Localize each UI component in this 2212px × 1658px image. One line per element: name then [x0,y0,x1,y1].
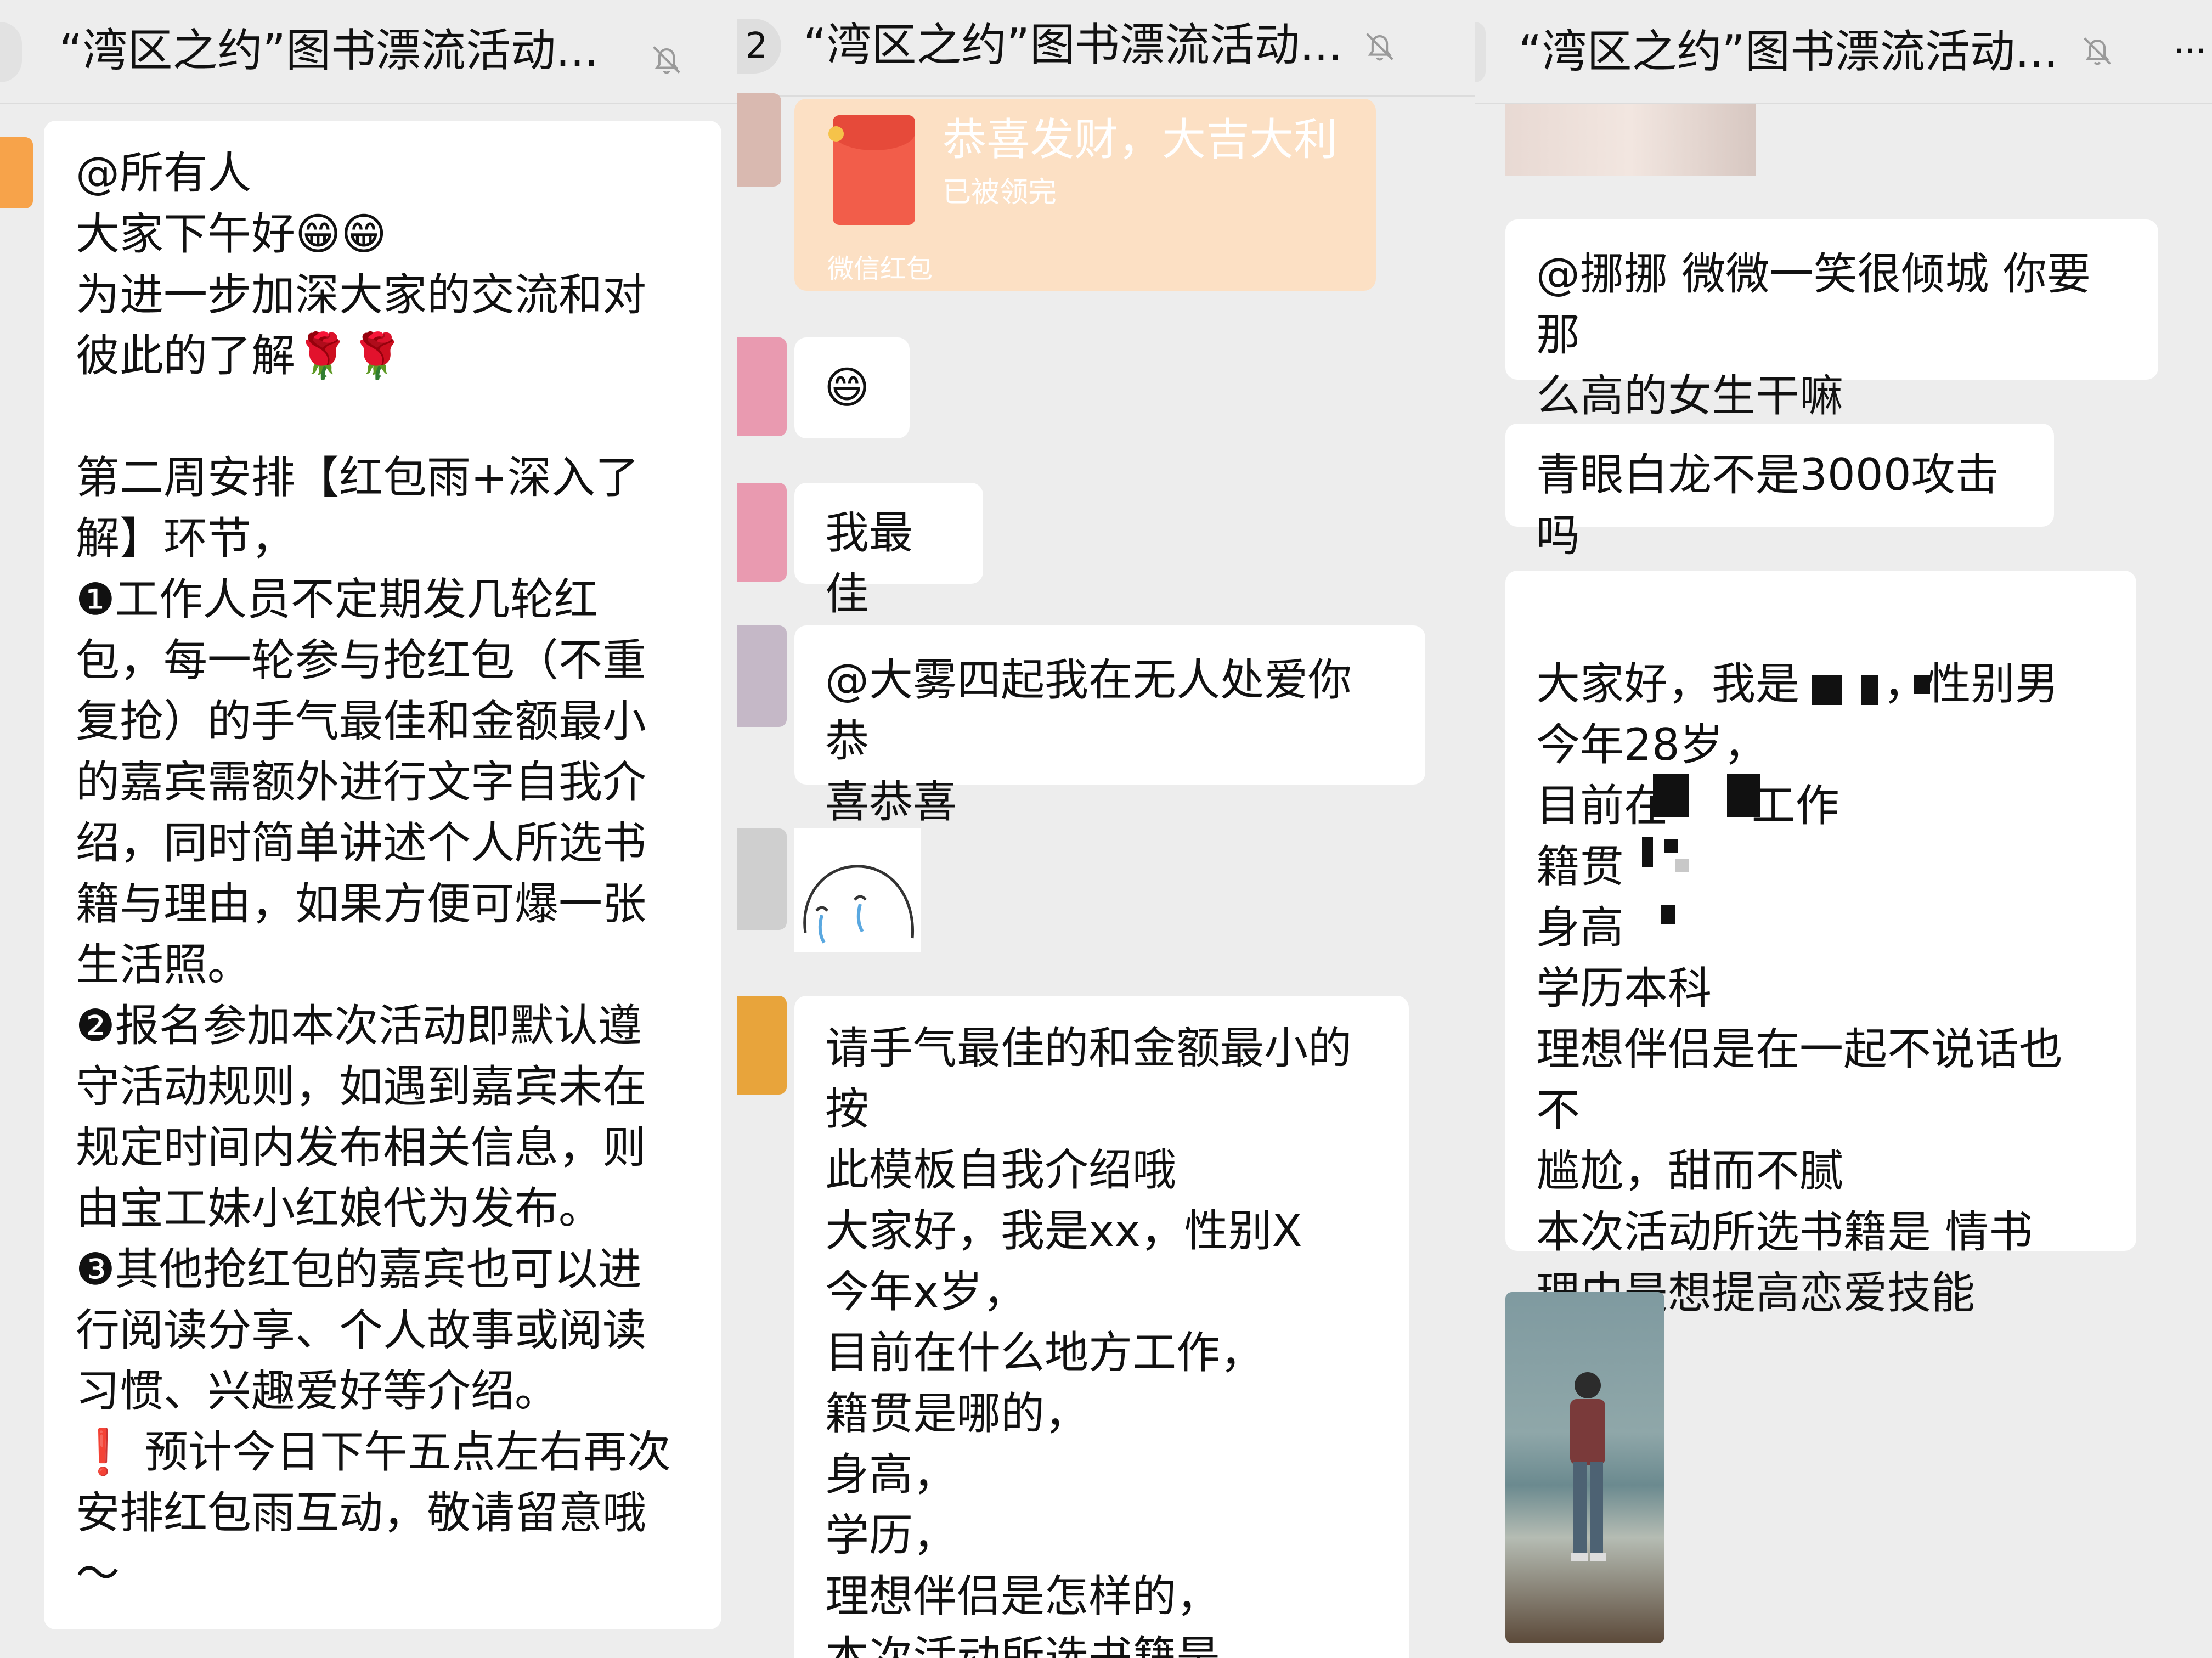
chat-title[interactable]: “湾区之约”图书漂流活动... [1519,22,2058,82]
chat-panel-2: 2 “湾区之约”图书漂流活动... 恭喜发财，大吉大利 已被领完 微信红包 😄 … [737,0,1475,1658]
intro-message[interactable]: 大家好，我是 ，性别男 今年28岁， 目前在 工作 籍贯 身高 学历本科 理想伴… [1505,571,2136,1318]
redaction-mark [1664,839,1678,853]
back-arrow[interactable] [1475,22,1486,82]
text-message-mention[interactable]: @挪挪 微微一笑很倾城 你要那 么高的女生干嘛 [1505,219,2158,421]
person-on-beach-photo [1570,1372,1606,1561]
photo-message[interactable] [1505,1292,1664,1643]
red-envelope-seal [828,126,844,142]
text-message-best[interactable]: 我最佳 [794,483,983,619]
redaction-mark [1642,837,1653,867]
avatar[interactable] [737,828,787,930]
mute-bell-icon [653,46,680,74]
unread-badge[interactable]: 2 [737,19,781,74]
announcement-message[interactable]: @所有人 大家下午好😁😁 为进一步加深大家的交流和对 彼此的了解🌹🌹 第二周安排… [44,121,721,1629]
redaction-mark [1661,905,1675,924]
redaction-mark [1727,774,1760,817]
template-message[interactable]: 请手气最佳的和金额最小的按 此模板自我介绍哦 大家好，我是xx，性别X 今年x岁… [794,996,1409,1658]
chat-header: “湾区之约”图书漂流活动... [0,0,737,104]
redaction-mark [1914,675,1930,694]
red-packet-status: 已被领完 [943,176,1057,209]
crying-bun-sticker [803,865,915,944]
mute-bell-icon [1366,33,1393,61]
chat-panel-3: “湾区之约”图书漂流活动... ⋯ @挪挪 微微一笑很倾城 你要那 么高的女生干… [1475,0,2212,1658]
chat-title[interactable]: “湾区之约”图书漂流活动... [803,15,1342,76]
red-packet-title: 恭喜发财，大吉大利 [943,114,1338,165]
avatar[interactable] [0,137,33,208]
redaction-mark [1812,675,1842,705]
chat-panel-1: “湾区之约”图书漂流活动... @所有人 大家下午好😁😁 为进一步加深大家的交流… [0,0,737,1658]
red-envelope-icon [833,115,915,225]
more-icon[interactable]: ⋯ [2174,31,2207,69]
text-message-mention[interactable]: @大雾四起我在无人处爱你 恭 喜恭喜 [794,625,1425,827]
avatar[interactable] [737,337,787,436]
chat-header: “湾区之约”图书漂流活动... ⋯ [1475,0,2212,104]
mute-bell-icon [2084,37,2111,65]
redaction-mark [1861,675,1878,705]
cat-sticker-message[interactable] [1505,104,1756,176]
back-arrow[interactable] [0,22,22,82]
red-packet-footer: 微信红包 [827,253,933,284]
red-packet-message[interactable]: 恭喜发财，大吉大利 已被领完 微信红包 [794,99,1376,291]
avatar[interactable] [737,93,781,187]
avatar[interactable] [737,483,787,582]
redaction-mark [1653,774,1689,817]
avatar[interactable] [737,625,787,727]
chat-title[interactable]: “湾区之约”图书漂流活动... [59,21,599,81]
sticker-message[interactable] [794,828,921,952]
emoji-message[interactable]: 😄 [794,337,910,438]
avatar[interactable] [737,996,787,1095]
text-message-dragon[interactable]: 青眼白龙不是3000攻击吗 [1505,424,2054,561]
chat-header: 2 “湾区之约”图书漂流活动... [737,0,1475,97]
redaction-mark [1675,859,1689,872]
